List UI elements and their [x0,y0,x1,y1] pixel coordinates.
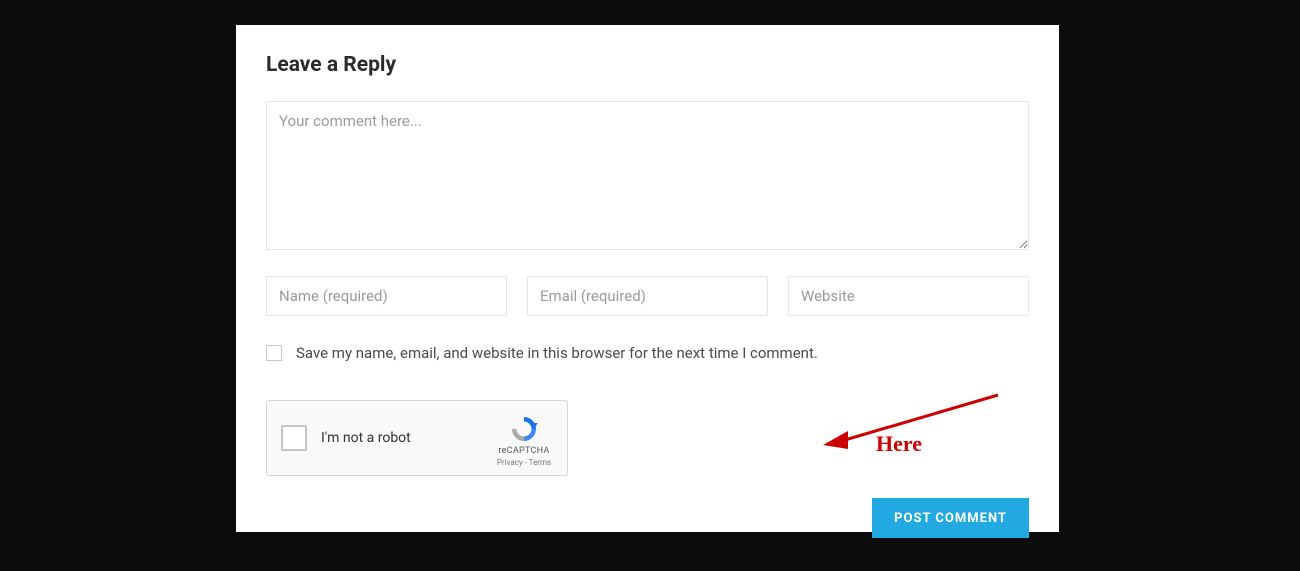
recaptcha-branding: reCAPTCHA Privacy - Terms [493,410,555,467]
save-info-row: Save my name, email, and website in this… [266,344,1029,362]
website-field[interactable] [788,276,1029,316]
submit-row: POST COMMENT [266,498,1029,538]
annotation-text: Here [876,431,922,457]
recaptcha-checkbox[interactable] [281,425,307,451]
recaptcha-privacy-terms: Privacy - Terms [493,458,555,467]
comment-form-card: Leave a Reply Save my name, email, and w… [236,25,1059,532]
email-field[interactable] [527,276,768,316]
recaptcha-icon [509,414,539,444]
save-info-label: Save my name, email, and website in this… [296,344,818,362]
recaptcha-label: I'm not a robot [321,430,493,446]
identity-fields-row [266,276,1029,316]
recaptcha-widget: I'm not a robot reCAPTCHA Privacy - Term… [266,400,568,476]
recaptcha-brand-text: reCAPTCHA [493,446,555,456]
comment-textarea[interactable] [266,101,1029,250]
post-comment-button[interactable]: POST COMMENT [872,498,1029,538]
annotation-arrow-icon [818,387,1018,467]
save-info-checkbox[interactable] [266,345,282,361]
name-field[interactable] [266,276,507,316]
form-heading: Leave a Reply [266,53,1029,77]
